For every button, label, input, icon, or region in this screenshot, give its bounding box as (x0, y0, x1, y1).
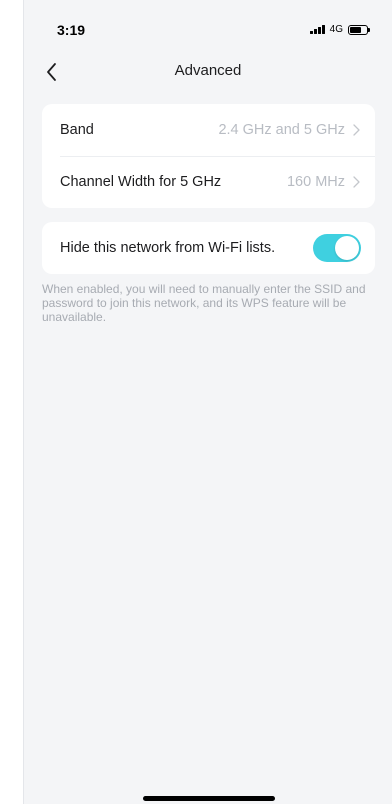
status-bar: 3:19 4G (24, 0, 392, 44)
chevron-right-icon (353, 124, 360, 136)
band-value: 2.4 GHz and 5 GHz (218, 122, 345, 138)
status-time: 3:19 (57, 22, 86, 38)
cellular-signal-icon (310, 25, 325, 34)
hide-network-row: Hide this network from Wi-Fi lists. (42, 222, 375, 274)
home-indicator (143, 796, 275, 801)
wifi-settings-card: Band 2.4 GHz and 5 GHz Channel Width for… (42, 104, 375, 208)
hide-network-label: Hide this network from Wi-Fi lists. (60, 240, 276, 256)
toggle-knob (335, 236, 359, 260)
page-title: Advanced (174, 62, 242, 79)
hide-network-toggle[interactable] (313, 234, 361, 262)
channel-width-row[interactable]: Channel Width for 5 GHz 160 MHz (42, 156, 375, 208)
hide-network-help-text: When enabled, you will need to manually … (42, 282, 366, 324)
app-screen: 3:19 4G Advanced Band 2.4 GHz and 5 GHz … (23, 0, 392, 804)
band-label: Band (60, 122, 94, 138)
channel-width-value: 160 MHz (286, 174, 345, 190)
status-indicators: 4G (310, 24, 370, 35)
nav-bar: Advanced (24, 50, 392, 94)
hide-network-card: Hide this network from Wi-Fi lists. (42, 222, 375, 274)
network-type: 4G (329, 24, 343, 35)
battery-icon (348, 24, 370, 35)
chevron-right-icon (353, 176, 360, 188)
channel-width-label: Channel Width for 5 GHz (60, 174, 222, 190)
band-row[interactable]: Band 2.4 GHz and 5 GHz (42, 104, 375, 156)
